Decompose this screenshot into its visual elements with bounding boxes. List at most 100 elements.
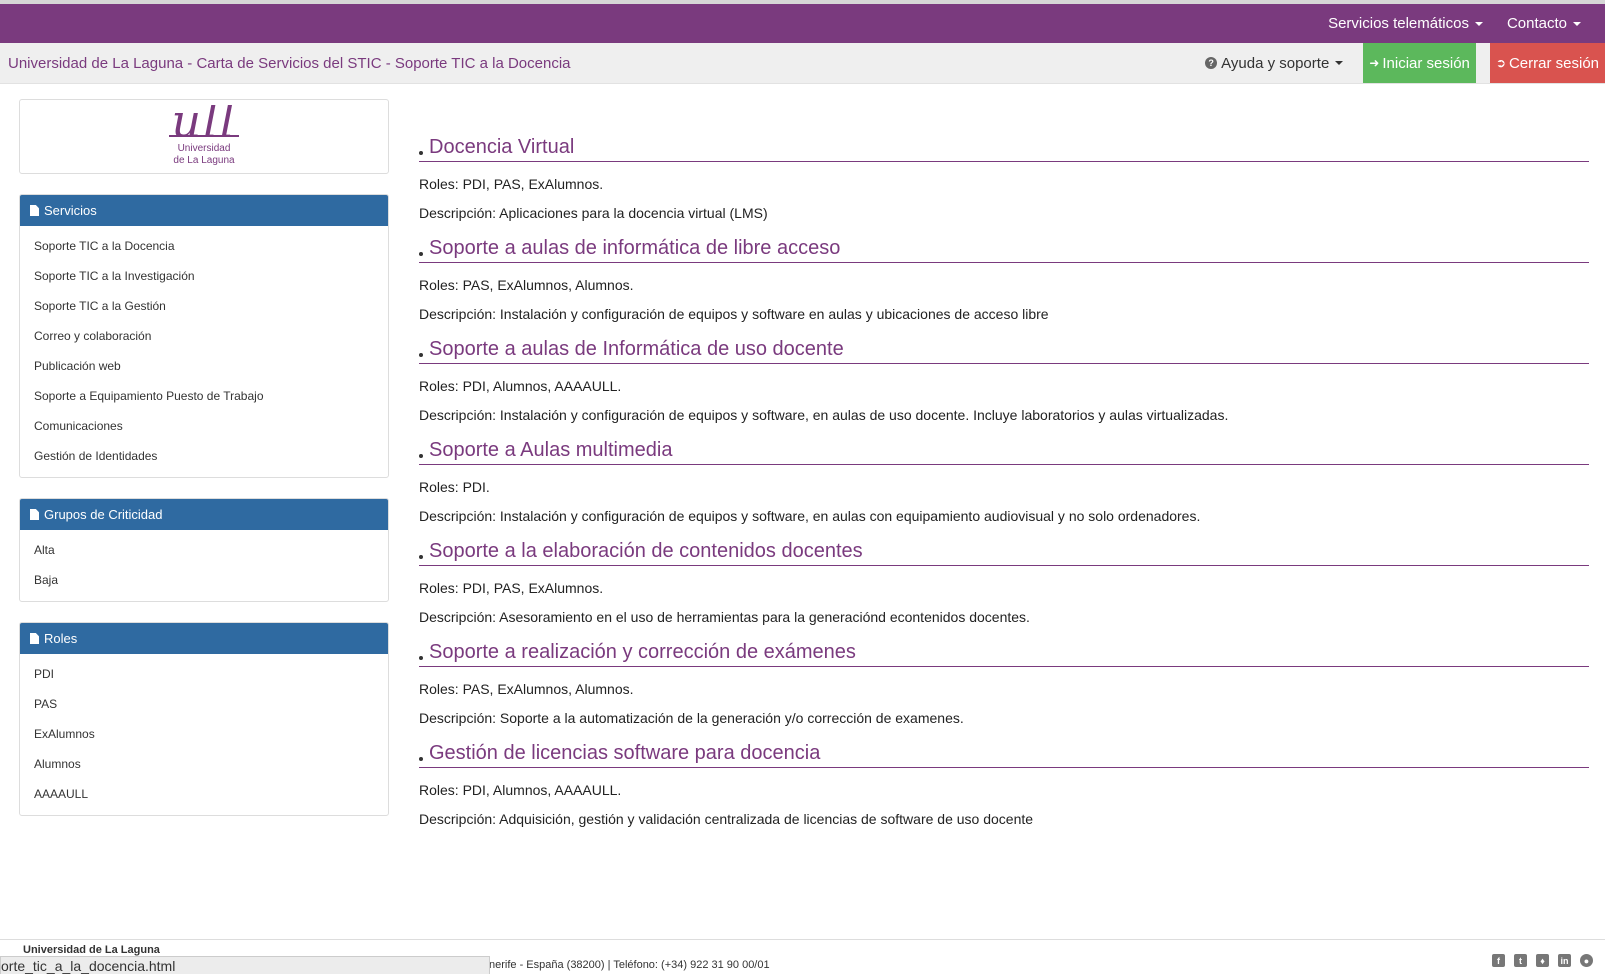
sidebar-item-soporte-docencia[interactable]: Soporte TIC a la Docencia [20,231,388,261]
contact-dropdown-label: Contacto [1506,15,1567,32]
sidebar-item-pdi[interactable]: PDI [20,659,388,689]
service-heading: Soporte a realización y corrección de ex… [419,625,1589,667]
service-roles: Roles: PDI, Alumnos, AAAAULL. [419,378,622,394]
sidebar-item-exalumnos[interactable]: ExAlumnos [20,719,388,749]
criticidad-list: Alta Baja [20,530,388,601]
web-icon[interactable]: ● [1580,954,1593,967]
service-roles: Roles: PDI, PAS, ExAlumnos. [419,580,604,596]
logout-button[interactable]: ➲ Cerrar sesión [1489,43,1605,83]
service-roles: Roles: PDI, Alumnos, AAAAULL. [419,782,622,798]
panel-heading: Servicios [20,195,388,226]
tumblr-icon[interactable]: t [1514,954,1527,967]
file-icon [30,205,39,216]
panel-servicios: Servicios Soporte TIC a la Docencia Sopo… [19,194,389,478]
help-dropdown[interactable]: ? Ayuda y soporte [1205,54,1344,72]
logout-button-label: Cerrar sesión [1508,54,1599,72]
sidebar-item-baja[interactable]: Baja [20,565,388,595]
panel-roles: Roles PDI PAS ExAlumnos Alumnos AAAAULL [19,622,389,816]
service-heading: Soporte a Aulas multimedia [419,423,1589,465]
chevron-down-icon [1573,21,1581,26]
service-title-link[interactable]: Gestión de licencias software para docen… [429,742,820,765]
service-heading: Soporte a aulas de Informática de uso do… [419,322,1589,364]
logo-text: Universidad de La Laguna [173,143,234,167]
bullet-icon [419,252,423,256]
login-button-label: Iniciar sesión [1382,54,1470,72]
facebook-icon[interactable]: f [1492,954,1505,967]
bullet-icon [419,757,423,761]
service-description: Descripción: Asesoramiento en el uso de … [419,609,1030,625]
service-heading: Docencia Virtual [419,120,1589,162]
service-item: Soporte a Aulas multimedia Roles: PDI. D… [419,423,1589,524]
top-navbar: Servicios telemáticos Contacto [0,4,1605,43]
sidebar-item-equipamiento[interactable]: Soporte a Equipamiento Puesto de Trabajo [20,381,388,411]
footer: Universidad de La Laguna nerife - España… [0,939,1605,974]
service-description: Descripción: Instalación y configuración… [419,508,1201,524]
sidebar-item-correo[interactable]: Correo y colaboración [20,321,388,351]
sidebar-item-alumnos[interactable]: Alumnos [20,749,388,779]
service-title-link[interactable]: Soporte a aulas de Informática de uso do… [429,338,844,361]
sub-navbar: Universidad de La Laguna - Carta de Serv… [0,43,1605,84]
service-title-link[interactable]: Soporte a aulas de informática de libre … [429,237,840,260]
page-title[interactable]: Universidad de La Laguna - Carta de Serv… [0,55,1205,72]
file-icon [30,509,39,520]
service-title-link[interactable]: Soporte a realización y corrección de ex… [429,641,856,664]
sidebar-item-pas[interactable]: PAS [20,689,388,719]
bullet-icon [419,353,423,357]
service-item: Soporte a la elaboración de contenidos d… [419,524,1589,625]
social-links: f t ♦ in ● [1483,954,1593,967]
service-description: Descripción: Soporte a la automatización… [419,710,964,726]
university-logo[interactable]: ull Universidad de La Laguna [19,99,389,174]
service-heading: Soporte a aulas de informática de libre … [419,221,1589,263]
services-content: Docencia Virtual Roles: PDI, PAS, ExAlum… [419,120,1589,827]
service-item: Docencia Virtual Roles: PDI, PAS, ExAlum… [419,120,1589,221]
service-roles: Roles: PDI, PAS, ExAlumnos. [419,176,604,192]
sidebar-item-soporte-gestion[interactable]: Soporte TIC a la Gestión [20,291,388,321]
service-title-link[interactable]: Soporte a la elaboración de contenidos d… [429,540,863,563]
chevron-down-icon [1335,61,1344,65]
service-title-link[interactable]: Soporte a Aulas multimedia [429,439,672,462]
services-dropdown[interactable]: Servicios telemáticos [1328,15,1483,32]
panel-criticidad: Grupos de Criticidad Alta Baja [19,498,389,602]
services-dropdown-label: Servicios telemáticos [1328,15,1469,32]
service-roles: Roles: PAS, ExAlumnos, Alumnos. [419,681,634,697]
logo-text-line1: Universidad [177,143,231,154]
footer-university-name: Universidad de La Laguna [23,944,160,956]
sidebar-item-soporte-investigacion[interactable]: Soporte TIC a la Investigación [20,261,388,291]
panel-heading: Roles [20,623,388,654]
linkedin-icon[interactable]: in [1558,954,1571,967]
bullet-icon [419,454,423,458]
login-button[interactable]: ➜ Iniciar sesión [1363,43,1476,83]
footer-address: nerife - España (38200) | Teléfono: (+34… [489,959,770,971]
service-description: Descripción: Adquisición, gestión y vali… [419,811,1034,827]
help-dropdown-label: Ayuda y soporte [1221,54,1330,72]
logo-text-line2: de La Laguna [173,155,235,166]
sidebar-item-alta[interactable]: Alta [20,535,388,565]
service-heading: Soporte a la elaboración de contenidos d… [419,524,1589,566]
panel-heading-label: Roles [44,631,78,646]
service-title-link[interactable]: Docencia Virtual [429,136,574,159]
sidebar-item-publicacion-web[interactable]: Publicación web [20,351,388,381]
chevron-down-icon [1474,21,1483,26]
service-roles: Roles: PAS, ExAlumnos, Alumnos. [419,277,634,293]
sign-in-icon: ➜ [1369,56,1380,70]
sidebar-item-aaaaull[interactable]: AAAAULL [20,779,388,809]
twitter-icon[interactable]: ♦ [1536,954,1549,967]
service-roles: Roles: PDI. [419,479,490,495]
logo-mark: ull [169,105,239,137]
roles-list: PDI PAS ExAlumnos Alumnos AAAAULL [20,654,388,815]
service-item: Gestión de licencias software para docen… [419,726,1589,827]
bullet-icon [419,555,423,559]
bullet-icon [419,656,423,660]
sidebar-item-identidades[interactable]: Gestión de Identidades [20,441,388,471]
bullet-icon [419,151,423,155]
panel-heading-label: Servicios [44,203,97,218]
service-item: Soporte a aulas de Informática de uso do… [419,322,1589,423]
panel-heading: Grupos de Criticidad [20,499,388,530]
service-item: Soporte a aulas de informática de libre … [419,221,1589,322]
service-description: Descripción: Aplicaciones para la docenc… [419,205,768,221]
service-description: Descripción: Instalación y configuración… [419,407,1229,423]
browser-status-bar: orte_tic_a_la_docencia.html [0,956,490,974]
sidebar-item-comunicaciones[interactable]: Comunicaciones [20,411,388,441]
panel-heading-label: Grupos de Criticidad [44,507,163,522]
contact-dropdown[interactable]: Contacto [1507,15,1581,32]
